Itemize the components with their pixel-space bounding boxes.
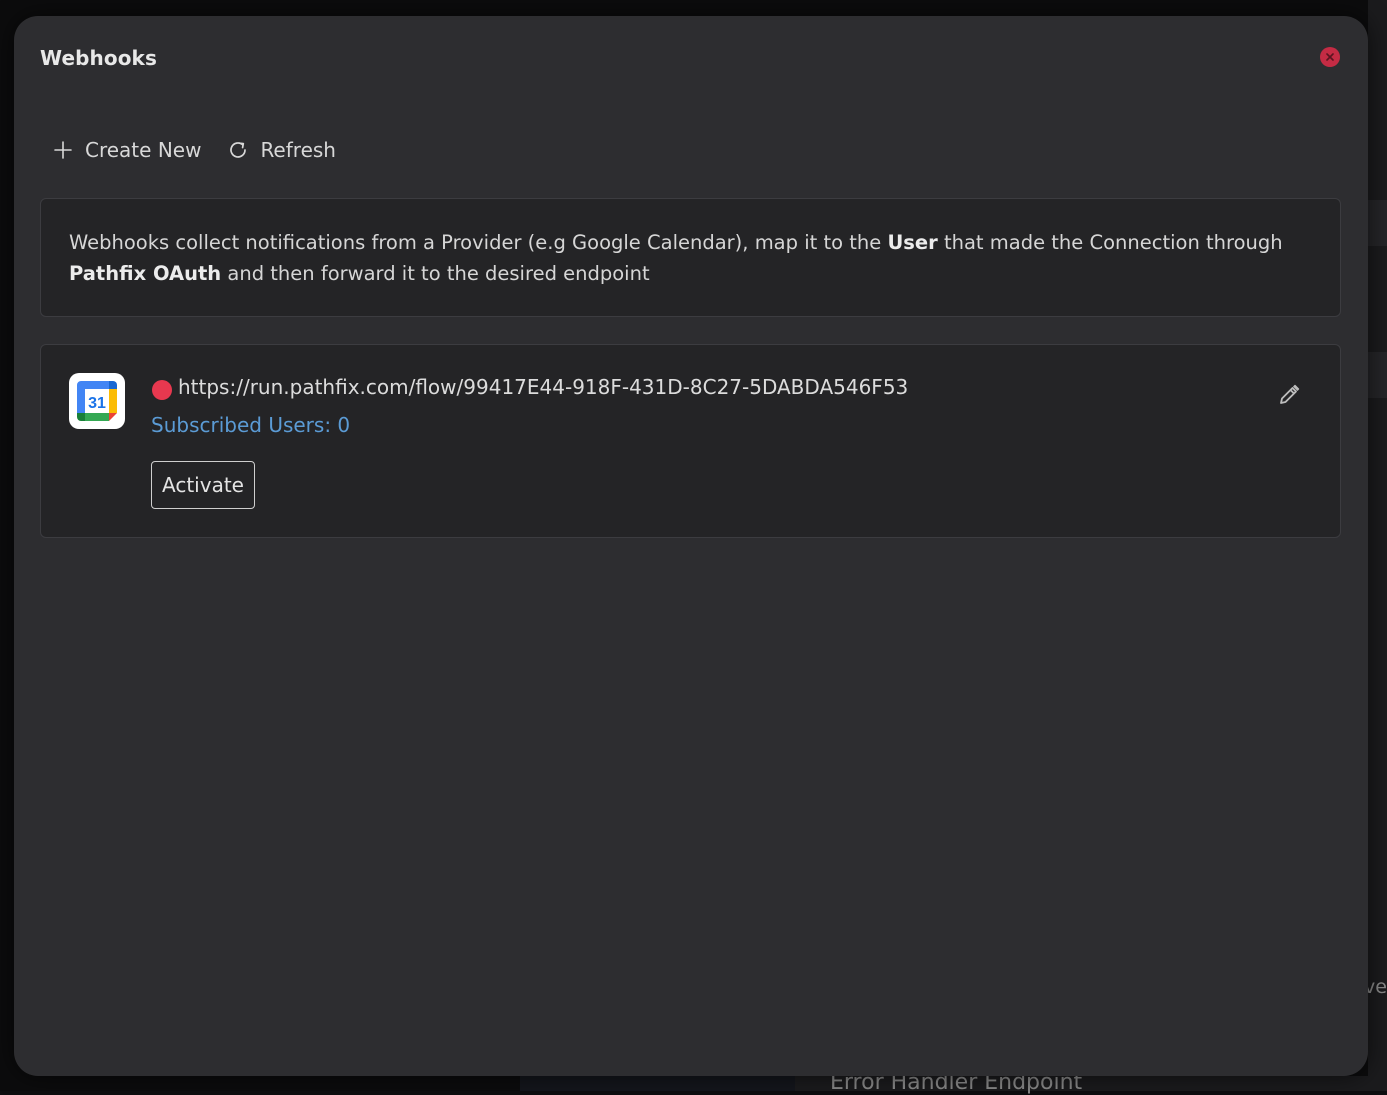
modal-title: Webhooks: [40, 46, 157, 70]
info-text: and then forward it to the desired endpo…: [221, 262, 649, 285]
webhook-card: 31 https://run.pathfix.com/flow/99417E44…: [40, 344, 1341, 538]
refresh-label: Refresh: [260, 138, 336, 162]
activate-button[interactable]: Activate: [151, 461, 255, 509]
close-icon: [1326, 53, 1334, 61]
plus-icon: [52, 139, 74, 161]
info-text: that made the Connection through: [938, 231, 1283, 254]
refresh-icon: [227, 139, 249, 161]
calendar-day: 31: [88, 395, 106, 412]
backdrop-image: [520, 1076, 795, 1091]
webhook-url: https://run.pathfix.com/flow/99417E44-91…: [178, 375, 908, 399]
backdrop-right-panel: [1368, 0, 1387, 1091]
create-new-label: Create New: [85, 138, 201, 162]
backdrop-strip: [1368, 200, 1387, 246]
close-button[interactable]: [1320, 47, 1340, 67]
info-bold-pathfix: Pathfix OAuth: [69, 262, 221, 285]
webhooks-modal: Webhooks Create New Refresh Webh: [14, 16, 1368, 1076]
info-description: Webhooks collect notifications from a Pr…: [40, 198, 1341, 317]
info-text: Webhooks collect notifications from a Pr…: [69, 231, 887, 254]
google-calendar-icon: 31: [69, 373, 125, 429]
refresh-button[interactable]: Refresh: [227, 136, 336, 164]
status-indicator: [152, 380, 172, 400]
backdrop-strip: [1368, 352, 1387, 398]
create-new-button[interactable]: Create New: [52, 136, 201, 164]
pencil-icon: [1277, 383, 1301, 407]
edit-button[interactable]: [1277, 383, 1301, 407]
subscribed-users-link[interactable]: Subscribed Users: 0: [151, 413, 350, 437]
info-bold-user: User: [887, 231, 937, 254]
toolbar: Create New Refresh: [52, 136, 362, 164]
